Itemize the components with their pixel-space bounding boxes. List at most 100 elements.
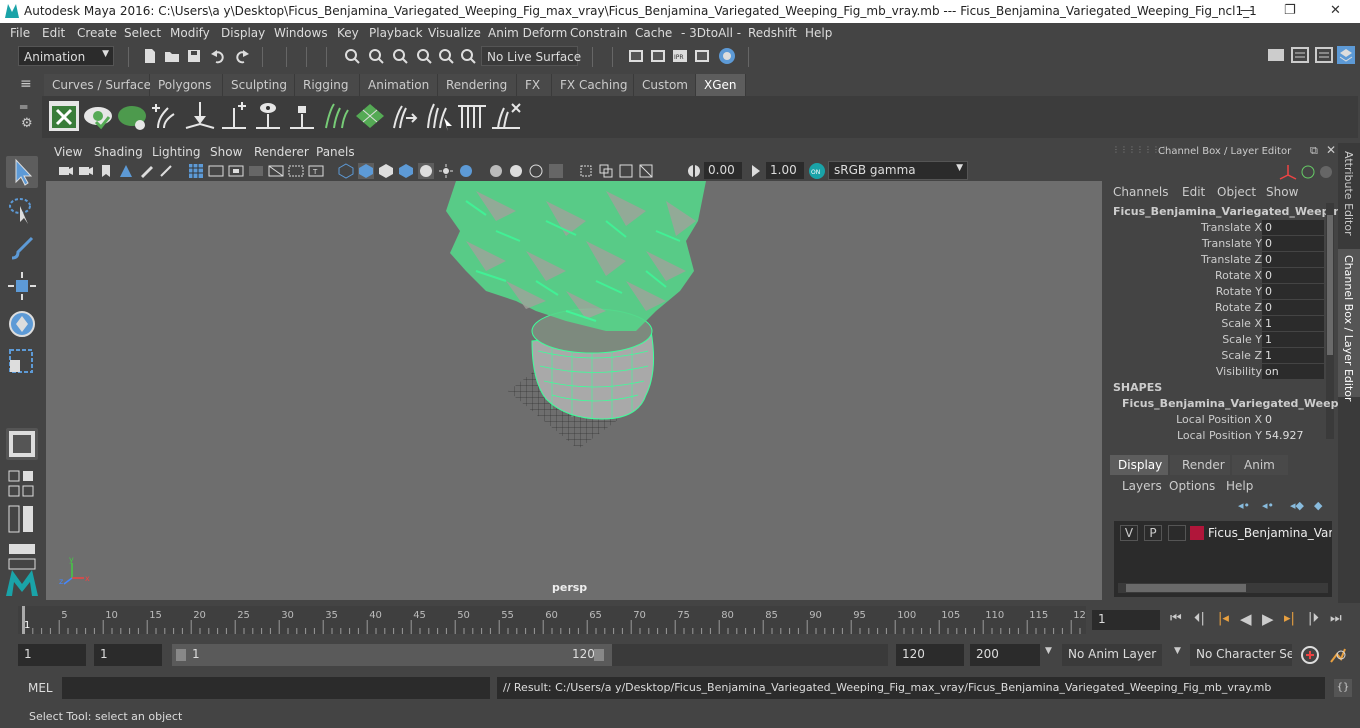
move-tool[interactable]	[6, 270, 38, 302]
tab-rigging[interactable]: Rigging	[295, 74, 360, 96]
2d-pan-zoom-icon[interactable]	[158, 163, 174, 179]
go-to-end-icon[interactable]: ⏭	[1330, 611, 1342, 626]
attr-rotate-x[interactable]: Rotate X0	[1106, 268, 1338, 284]
close-icon[interactable]: ✕	[1326, 143, 1336, 157]
attr-rotate-y[interactable]: Rotate Y0	[1106, 284, 1338, 300]
layer-type-toggle[interactable]	[1168, 525, 1186, 541]
camera-icon[interactable]	[58, 163, 74, 179]
menu-constrain[interactable]: Constrain	[570, 26, 628, 40]
go-to-start-icon[interactable]: ⏮	[1170, 611, 1182, 626]
menu-key[interactable]: Key	[337, 26, 359, 40]
safe-action-icon[interactable]	[288, 163, 304, 179]
field-chart-icon[interactable]	[268, 163, 284, 179]
film-gate-icon[interactable]	[208, 163, 224, 179]
layout-single-icon[interactable]	[8, 470, 36, 482]
guide-delete-icon[interactable]	[490, 100, 522, 132]
panel-menu-view[interactable]: View	[54, 145, 82, 159]
shape-name[interactable]: Ficus_Benjamina_Variegated_Weepi...	[1122, 397, 1355, 410]
multisample-icon[interactable]	[548, 163, 564, 179]
layer-color-swatch[interactable]	[1190, 526, 1204, 540]
tab-display[interactable]: Display	[1110, 455, 1168, 475]
color-space-dropdown[interactable]: sRGB gamma ▼	[828, 161, 968, 180]
tab-anim[interactable]: Anim	[1232, 455, 1288, 475]
step-forward-frame-icon[interactable]: |⏵	[1308, 611, 1319, 626]
menu-playback[interactable]: Playback	[369, 26, 423, 40]
image-plane-icon[interactable]	[118, 163, 134, 179]
anim-layer-dropdown[interactable]: No Anim Layer	[1062, 644, 1162, 666]
xgen-preview-icon[interactable]	[82, 100, 114, 132]
menu-set-dropdown[interactable]: Animation ▼	[18, 46, 114, 66]
safe-title-icon[interactable]: T	[308, 163, 324, 179]
tab-render[interactable]: Render	[1170, 455, 1230, 475]
attr-value[interactable]: 0	[1262, 252, 1324, 267]
layer-playback-toggle[interactable]: P	[1144, 525, 1162, 541]
current-time-indicator[interactable]	[22, 606, 25, 634]
attr-value[interactable]: 0	[1262, 268, 1324, 283]
menu-windows[interactable]: Windows	[274, 26, 328, 40]
wireframe-icon[interactable]	[338, 163, 354, 179]
panel-menu-show[interactable]: Show	[210, 145, 242, 159]
menu-redshift[interactable]: Redshift	[748, 26, 797, 40]
layer-menu-options[interactable]: Options	[1169, 479, 1215, 493]
cb-menu-object[interactable]: Object	[1217, 185, 1256, 199]
menu-edit[interactable]: Edit	[42, 26, 65, 40]
snap-to-curve-icon[interactable]	[438, 48, 454, 64]
new-layer-selected-icon[interactable]: ◆	[1314, 499, 1322, 512]
time-ruler[interactable]: 5 10 15 20 25 30 35 40 45 50 55 60 65 70 75 80 85 90 95 100…	[18, 606, 1086, 634]
depth-of-field-icon[interactable]	[598, 163, 614, 179]
range-end-handle[interactable]	[594, 649, 604, 661]
guide-comb-icon[interactable]	[320, 100, 352, 132]
animation-preferences-icon[interactable]	[1328, 645, 1348, 665]
playback-end-field[interactable]: 120	[896, 644, 964, 666]
layer-row[interactable]: V P Ficus_Benjamina_Variega	[1116, 525, 1332, 543]
grass-select-icon[interactable]	[422, 100, 454, 132]
workspace-icon[interactable]	[1266, 45, 1286, 65]
attr-value[interactable]: 0	[1262, 284, 1324, 299]
manipulator-icon[interactable]	[1278, 163, 1298, 181]
chevron-down-icon[interactable]: ▼	[1045, 646, 1052, 656]
xray-joints-icon[interactable]	[508, 163, 524, 179]
layout-outliner-icon[interactable]	[8, 505, 36, 533]
anti-alias-icon[interactable]	[638, 163, 654, 179]
tab-polygons[interactable]: Polygons	[150, 74, 223, 96]
wireframe-on-shaded-icon[interactable]	[378, 163, 394, 179]
tab-xgen[interactable]: XGen	[696, 74, 746, 96]
tab-fx[interactable]: FX	[517, 74, 552, 96]
live-surface-field[interactable]: No Live Surface	[481, 46, 581, 66]
layout-four-icon[interactable]	[8, 485, 36, 497]
grease-pencil-icon[interactable]	[138, 163, 154, 179]
tab-custom[interactable]: Custom	[634, 74, 696, 96]
script-editor-icon[interactable]: {}	[1334, 679, 1352, 697]
tab-curves-surfaces[interactable]: Curves / Surfaces	[44, 74, 157, 96]
gamma-input[interactable]: 1.00	[766, 162, 804, 179]
layer-menu-help[interactable]: Help	[1226, 479, 1253, 493]
select-tool[interactable]	[6, 156, 38, 188]
select-by-object-icon[interactable]	[368, 48, 384, 64]
paint-select-tool[interactable]	[6, 232, 38, 264]
xgen-editor-icon[interactable]	[48, 100, 80, 132]
tab-animation[interactable]: Animation	[360, 74, 438, 96]
tab-rendering[interactable]: Rendering	[438, 74, 517, 96]
attr-value[interactable]: 1	[1262, 348, 1324, 363]
guide-down-icon[interactable]	[184, 100, 216, 132]
grid-icon[interactable]	[188, 163, 204, 179]
gamma-icon[interactable]	[748, 163, 764, 179]
move-layer-down-icon[interactable]: ◂•	[1262, 499, 1274, 512]
menu-select[interactable]: Select	[124, 26, 161, 40]
attr-translate-x[interactable]: Translate X0	[1106, 220, 1338, 236]
layer-menu-layers[interactable]: Layers	[1122, 479, 1162, 493]
menu-display[interactable]: Display	[221, 26, 265, 40]
object-name[interactable]: Ficus_Benjamina_Variegated_Weepin...	[1113, 205, 1354, 218]
collapse-icon[interactable]: ═	[20, 100, 27, 114]
select-by-hierarchy-icon[interactable]	[344, 48, 360, 64]
attr-local-position-x[interactable]: Local Position X0	[1106, 412, 1338, 428]
guide-lock-icon[interactable]	[286, 100, 318, 132]
attr-scale-x[interactable]: Scale X1	[1106, 316, 1338, 332]
float-icon[interactable]: ⧉	[1310, 144, 1318, 158]
tab-channel-box[interactable]: Channel Box / Layer Editor	[1338, 249, 1360, 402]
attr-translate-z[interactable]: Translate Z0	[1106, 252, 1338, 268]
current-frame-field[interactable]: 1	[1092, 610, 1160, 630]
attr-value[interactable]: 0	[1262, 236, 1324, 251]
maya-m-icon[interactable]	[4, 568, 40, 598]
hypershade-icon[interactable]	[694, 48, 710, 64]
